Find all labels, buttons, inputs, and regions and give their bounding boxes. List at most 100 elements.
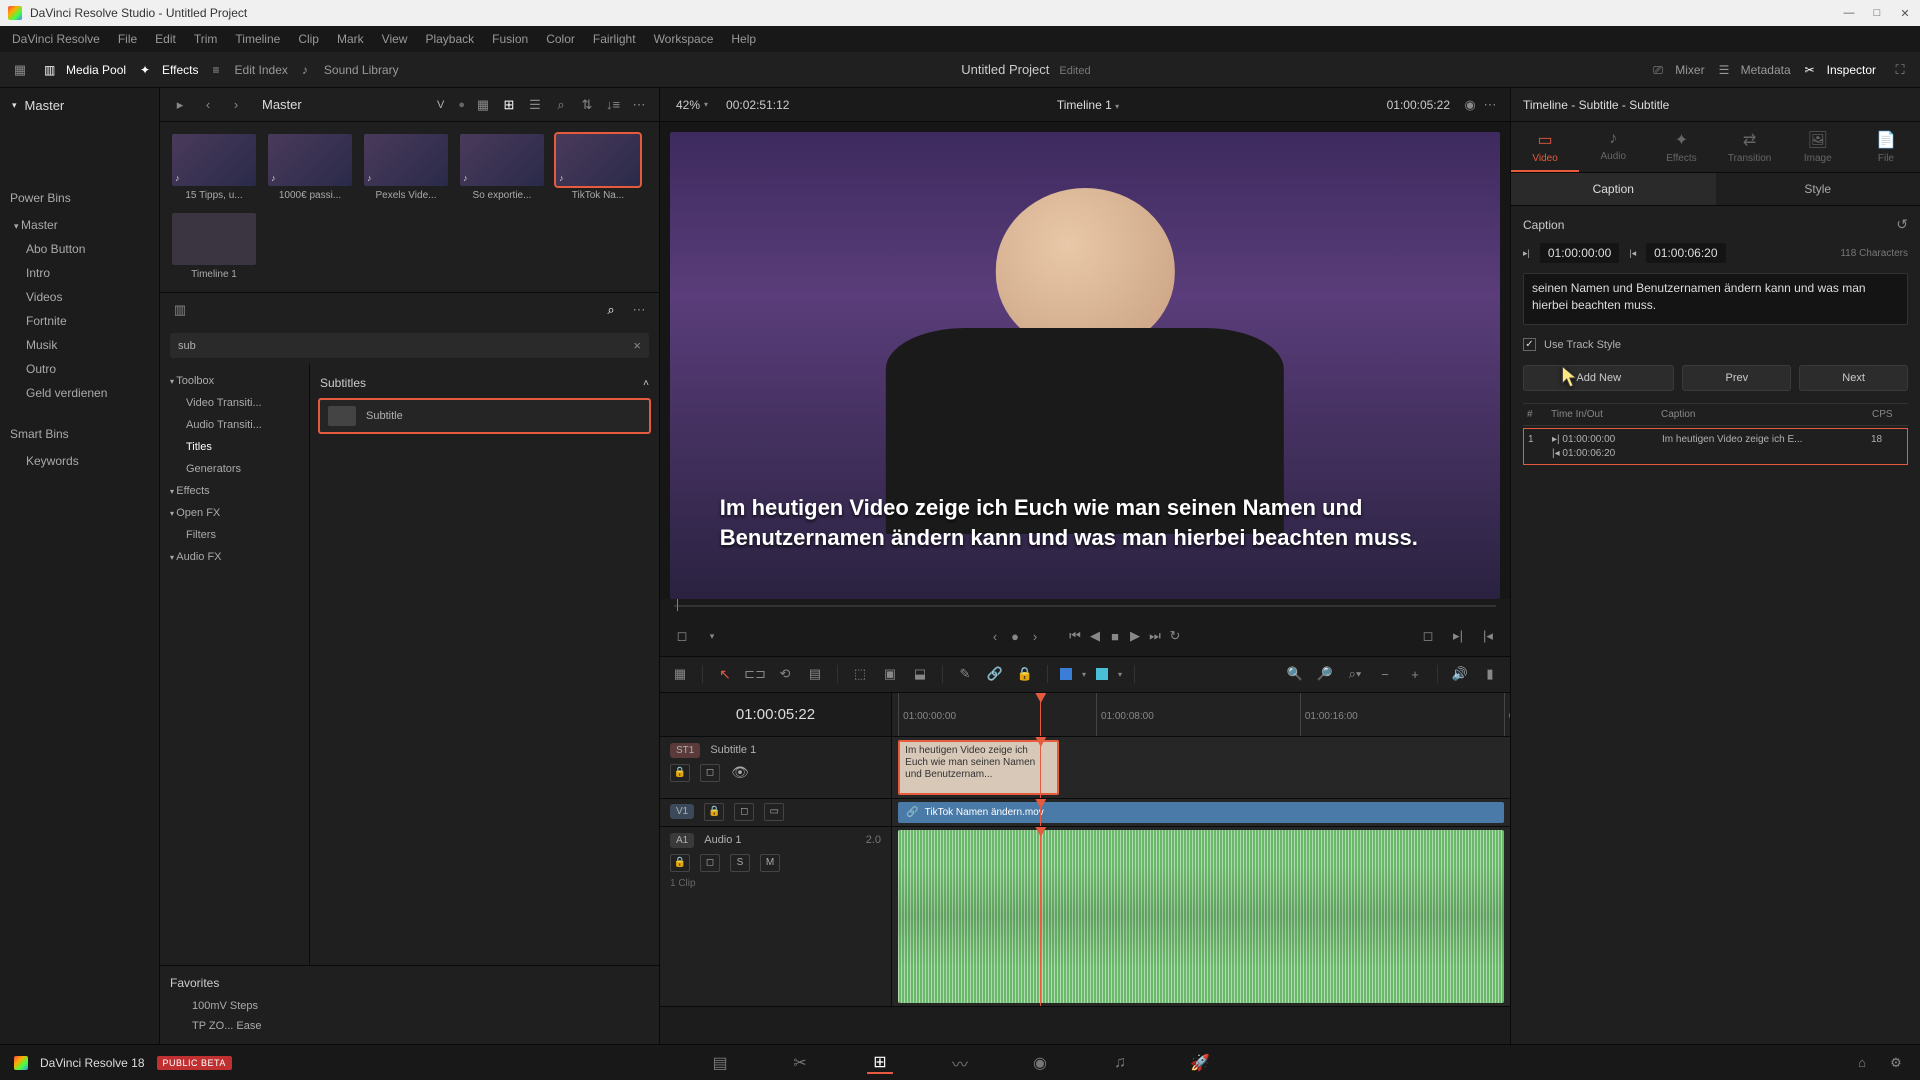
fx-tree-item[interactable]: Toolbox xyxy=(160,370,309,392)
subtitle-effect-item[interactable]: Subtitle xyxy=(318,398,651,434)
zoom-custom-icon[interactable]: ⌕▾ xyxy=(1345,664,1365,684)
menu-timeline[interactable]: Timeline xyxy=(235,32,280,46)
menu-edit[interactable]: Edit xyxy=(155,32,176,46)
favorite-item[interactable]: 100mV Steps xyxy=(170,996,649,1016)
go-end-icon[interactable]: ▸| xyxy=(1448,626,1468,646)
clear-search-icon[interactable]: × xyxy=(633,338,641,353)
a-lock-button[interactable]: 🔒 xyxy=(670,854,690,872)
audio-meters-icon[interactable]: ▮ xyxy=(1480,664,1500,684)
tl-view-options-icon[interactable]: ▦ xyxy=(670,664,690,684)
filter-icon[interactable]: ⇅ xyxy=(577,95,597,115)
inspector-tab-video[interactable]: ▭Video xyxy=(1511,122,1579,172)
search-icon[interactable]: ⌕ xyxy=(551,95,571,115)
fx-tree-item[interactable]: Audio Transiti... xyxy=(160,414,309,436)
v-auto-button[interactable]: ◻ xyxy=(734,803,754,821)
fx-search-input[interactable]: sub × xyxy=(170,333,649,358)
viewer-overlay-icon[interactable]: ◻ xyxy=(672,626,692,646)
playhead[interactable] xyxy=(1040,693,1041,736)
close-button[interactable]: ✕ xyxy=(1898,6,1912,20)
zoom-out-icon[interactable]: − xyxy=(1375,664,1395,684)
sound-library-button[interactable]: ♪Sound Library xyxy=(302,63,399,77)
edit-index-button[interactable]: ≡Edit Index xyxy=(213,63,288,77)
media-clip[interactable]: ♪Pexels Vide... xyxy=(364,134,448,201)
nav-back-icon[interactable]: ‹ xyxy=(198,95,218,115)
prev-frame-icon[interactable]: ◀ xyxy=(1085,626,1105,646)
power-bin-abo-button[interactable]: Abo Button xyxy=(0,237,159,261)
audio-clip[interactable] xyxy=(898,830,1504,1003)
nav-fwd-icon[interactable]: › xyxy=(226,95,246,115)
menu-file[interactable]: File xyxy=(118,32,137,46)
first-frame-icon[interactable]: ⏮ xyxy=(1065,626,1085,646)
media-clip[interactable]: ♪So exportie... xyxy=(460,134,544,201)
audio-track-body[interactable] xyxy=(892,827,1510,1006)
eye-button[interactable]: 👁 xyxy=(730,764,750,782)
maximize-button[interactable]: □ xyxy=(1870,6,1884,20)
timeline-ruler[interactable]: 01:00:00:00 01:00:08:00 01:00:16:00 0 xyxy=(892,693,1510,736)
fx-tree-item[interactable]: Filters xyxy=(160,524,309,546)
solo-button[interactable]: S xyxy=(730,854,750,872)
media-clip[interactable]: Timeline 1 xyxy=(172,213,256,280)
color-page-tab[interactable]: ◉ xyxy=(1027,1052,1053,1074)
subtitle-clip[interactable]: Im heutigen Video zeige ich Euch wie man… xyxy=(898,740,1059,795)
style-tab[interactable]: Style xyxy=(1716,173,1920,205)
play-icon[interactable]: ▶ xyxy=(1125,626,1145,646)
prev-button[interactable]: Prev xyxy=(1682,365,1791,391)
a-auto-button[interactable]: ◻ xyxy=(700,854,720,872)
fx-tree-item[interactable]: Generators xyxy=(160,458,309,480)
blade-tool-icon[interactable]: ▤ xyxy=(805,664,825,684)
v-disable-button[interactable]: ▭ xyxy=(764,803,784,821)
menu-mark[interactable]: Mark xyxy=(337,32,364,46)
power-bin-geld-verdienen[interactable]: Geld verdienen xyxy=(0,381,159,405)
video-track-body[interactable]: 🔗 TikTok Namen ändern.mov xyxy=(892,799,1510,826)
playhead-icon[interactable]: ● xyxy=(1005,626,1025,646)
menu-fusion[interactable]: Fusion xyxy=(492,32,528,46)
tc-out-field[interactable]: 01:00:06:20 xyxy=(1646,243,1725,263)
fx-tree-item[interactable]: Video Transiti... xyxy=(160,392,309,414)
caption-textarea[interactable] xyxy=(1523,273,1908,325)
marker-cyan-icon[interactable] xyxy=(1096,668,1108,680)
track-badge-v1[interactable]: V1 xyxy=(670,804,694,819)
menu-davinci-resolve[interactable]: DaVinci Resolve xyxy=(12,32,100,46)
next-button[interactable]: Next xyxy=(1799,365,1908,391)
use-track-style-checkbox[interactable]: ✓ xyxy=(1523,338,1536,351)
media-clip[interactable]: ♪TikTok Na... xyxy=(556,134,640,201)
v-lock-button[interactable]: 🔒 xyxy=(704,803,724,821)
inspector-button[interactable]: ✂Inspector xyxy=(1805,63,1876,77)
minimize-button[interactable]: — xyxy=(1842,6,1856,20)
viewer-scrubber[interactable] xyxy=(660,599,1510,617)
power-bin-outro[interactable]: Outro xyxy=(0,357,159,381)
fx-options-icon[interactable]: ⋯ xyxy=(629,300,649,320)
zoom-fit-icon[interactable]: 🔍 xyxy=(1285,664,1305,684)
media-clip[interactable]: ♪15 Tipps, u... xyxy=(172,134,256,201)
tc-in-field[interactable]: 01:00:00:00 xyxy=(1540,243,1619,263)
viewer-dropdown-icon[interactable]: ▾ xyxy=(702,626,722,646)
fusion-page-tab[interactable]: 〰 xyxy=(947,1052,973,1074)
smart-bin-keywords[interactable]: Keywords xyxy=(0,449,159,473)
caption-tab[interactable]: Caption xyxy=(1511,173,1716,205)
mixer-button[interactable]: ⎚Mixer xyxy=(1653,63,1704,77)
fx-tree-item[interactable]: Effects xyxy=(160,480,309,502)
power-bin-videos[interactable]: Videos xyxy=(0,285,159,309)
match-frame-icon[interactable]: ◻ xyxy=(1418,626,1438,646)
breadcrumb[interactable]: Master xyxy=(262,97,429,112)
last-frame-icon[interactable]: ⏭ xyxy=(1145,626,1165,646)
metadata-button[interactable]: ☰Metadata xyxy=(1719,63,1791,77)
menu-trim[interactable]: Trim xyxy=(194,32,218,46)
prev-edit-icon[interactable]: ‹ xyxy=(985,626,1005,646)
fairlight-page-tab[interactable]: ♫ xyxy=(1107,1052,1133,1074)
audio-monitor-icon[interactable]: 🔊 xyxy=(1450,664,1470,684)
media-clip[interactable]: ♪1000€ passi... xyxy=(268,134,352,201)
trim-tool-icon[interactable]: ⊏⊐ xyxy=(745,664,765,684)
menu-playback[interactable]: Playback xyxy=(425,32,474,46)
next-edit-icon[interactable]: › xyxy=(1025,626,1045,646)
layout-icon[interactable]: ▦ xyxy=(10,60,30,80)
power-bin-fortnite[interactable]: Fortnite xyxy=(0,309,159,333)
lock-track-button[interactable]: 🔒 xyxy=(670,764,690,782)
media-page-tab[interactable]: ▤ xyxy=(707,1052,733,1074)
reset-icon[interactable]: ↺ xyxy=(1896,216,1908,233)
dynamic-trim-icon[interactable]: ⟲ xyxy=(775,664,795,684)
full-screen-icon[interactable]: ⛶ xyxy=(1890,60,1910,80)
power-bin-intro[interactable]: Intro xyxy=(0,261,159,285)
fx-tree-item[interactable]: Open FX xyxy=(160,502,309,524)
zoom-in-icon[interactable]: + xyxy=(1405,664,1425,684)
